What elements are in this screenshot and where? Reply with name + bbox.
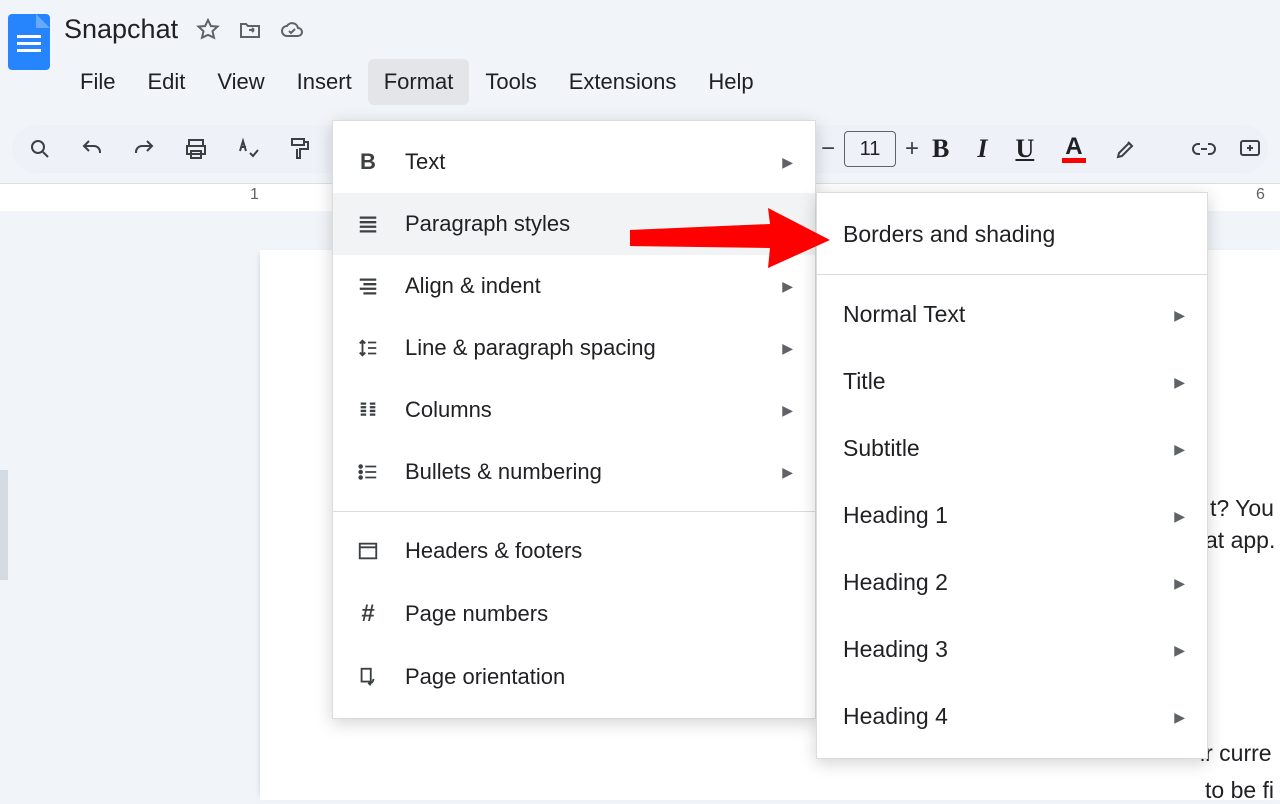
bold-icon: B xyxy=(355,149,381,175)
format-page-orientation[interactable]: Page orientation xyxy=(333,646,815,708)
chevron-right-icon: ▶ xyxy=(1174,441,1185,458)
submenu-borders-shading[interactable]: Borders and shading xyxy=(817,201,1207,268)
submenu-subtitle[interactable]: Subtitle ▶ xyxy=(817,415,1207,482)
paragraph-styles-submenu: Borders and shading Normal Text ▶ Title … xyxy=(816,192,1208,759)
menu-help[interactable]: Help xyxy=(692,59,769,105)
cloud-status-icon[interactable] xyxy=(280,18,304,42)
format-bullets-label: Bullets & numbering xyxy=(405,459,602,485)
ruler-mark-1: 1 xyxy=(250,186,259,204)
submenu-h1-label: Heading 1 xyxy=(843,502,948,528)
format-text[interactable]: B Text ▶ xyxy=(333,131,815,193)
paragraph-icon xyxy=(355,213,381,235)
submenu-borders-label: Borders and shading xyxy=(843,221,1055,247)
annotation-arrow-icon xyxy=(630,206,830,270)
document-title[interactable]: Snapchat xyxy=(64,10,178,49)
submenu-h3-label: Heading 3 xyxy=(843,636,948,662)
menu-format[interactable]: Format xyxy=(368,59,470,105)
italic-button[interactable]: I xyxy=(977,134,987,164)
menu-edit[interactable]: Edit xyxy=(131,59,201,105)
format-page-numbers[interactable]: # Page numbers xyxy=(333,582,815,646)
submenu-heading-1[interactable]: Heading 1 ▶ xyxy=(817,482,1207,549)
chevron-right-icon: ▶ xyxy=(782,340,793,357)
chevron-right-icon: ▶ xyxy=(782,402,793,419)
menu-insert[interactable]: Insert xyxy=(281,59,368,105)
insert-comment-button[interactable] xyxy=(1238,137,1262,161)
search-menus-icon[interactable] xyxy=(28,137,52,161)
submenu-heading-3[interactable]: Heading 3 ▶ xyxy=(817,616,1207,683)
chevron-right-icon: ▶ xyxy=(1174,374,1185,391)
insert-link-button[interactable] xyxy=(1192,137,1216,161)
undo-icon[interactable] xyxy=(80,137,104,161)
format-columns[interactable]: Columns ▶ xyxy=(333,379,815,441)
submenu-heading-4[interactable]: Heading 4 ▶ xyxy=(817,683,1207,750)
menu-separator xyxy=(817,274,1207,275)
submenu-heading-2[interactable]: Heading 2 ▶ xyxy=(817,549,1207,616)
ruler-mark-6: 6 xyxy=(1256,186,1265,204)
docs-logo-icon[interactable] xyxy=(8,14,50,70)
page-number-icon: # xyxy=(355,600,381,628)
submenu-title[interactable]: Title ▶ xyxy=(817,348,1207,415)
submenu-h2-label: Heading 2 xyxy=(843,569,948,595)
line-spacing-icon xyxy=(355,337,381,359)
format-line-spacing[interactable]: Line & paragraph spacing ▶ xyxy=(333,317,815,379)
menubar: File Edit View Insert Format Tools Exten… xyxy=(64,59,1272,105)
format-align-label: Align & indent xyxy=(405,273,541,299)
format-text-label: Text xyxy=(405,149,445,175)
align-icon xyxy=(355,275,381,297)
star-icon[interactable] xyxy=(196,18,220,42)
format-orientation-label: Page orientation xyxy=(405,664,565,690)
format-spacing-label: Line & paragraph spacing xyxy=(405,335,656,361)
format-headers-label: Headers & footers xyxy=(405,538,582,564)
font-increase-button[interactable]: + xyxy=(896,135,928,163)
headers-icon xyxy=(355,540,381,562)
redo-icon[interactable] xyxy=(132,137,156,161)
underline-button[interactable]: U xyxy=(1015,134,1034,164)
menu-tools[interactable]: Tools xyxy=(469,59,552,105)
format-bullets-numbering[interactable]: Bullets & numbering ▶ xyxy=(333,441,815,503)
chevron-right-icon: ▶ xyxy=(1174,709,1185,726)
chevron-right-icon: ▶ xyxy=(782,154,793,171)
bullets-icon xyxy=(355,461,381,483)
columns-icon xyxy=(355,399,381,421)
doc-text-fragment: t? You v xyxy=(1210,490,1280,527)
submenu-title-label: Title xyxy=(843,368,886,394)
move-folder-icon[interactable] xyxy=(238,18,262,42)
orientation-icon xyxy=(355,666,381,688)
chevron-right-icon: ▶ xyxy=(1174,508,1185,525)
chevron-right-icon: ▶ xyxy=(782,278,793,295)
chevron-right-icon: ▶ xyxy=(1174,307,1185,324)
submenu-h4-label: Heading 4 xyxy=(843,703,948,729)
doc-text-fragment: at app. xyxy=(1205,527,1280,554)
font-size-input[interactable]: 11 xyxy=(844,131,896,167)
doc-text-fragment: ir curre xyxy=(1200,740,1280,767)
font-decrease-button[interactable]: − xyxy=(812,135,844,163)
chevron-right-icon: ▶ xyxy=(1174,575,1185,592)
chevron-right-icon: ▶ xyxy=(1174,642,1185,659)
text-color-button[interactable] xyxy=(1062,135,1086,163)
print-icon[interactable] xyxy=(184,137,208,161)
bold-button[interactable]: B xyxy=(932,134,949,164)
menu-extensions[interactable]: Extensions xyxy=(553,59,693,105)
highlight-button[interactable] xyxy=(1114,137,1138,161)
submenu-normal-text[interactable]: Normal Text ▶ xyxy=(817,281,1207,348)
submenu-normal-label: Normal Text xyxy=(843,301,965,327)
menu-view[interactable]: View xyxy=(201,59,280,105)
format-paragraph-label: Paragraph styles xyxy=(405,211,570,237)
format-pagenum-label: Page numbers xyxy=(405,601,548,627)
submenu-subtitle-label: Subtitle xyxy=(843,435,920,461)
chevron-right-icon: ▶ xyxy=(782,464,793,481)
format-headers-footers[interactable]: Headers & footers xyxy=(333,520,815,582)
paint-format-icon[interactable] xyxy=(288,137,312,161)
menu-separator xyxy=(333,511,815,512)
menu-file[interactable]: File xyxy=(64,59,131,105)
spellcheck-icon[interactable] xyxy=(236,137,260,161)
page-edge-shadow xyxy=(0,470,8,580)
format-columns-label: Columns xyxy=(405,397,492,423)
